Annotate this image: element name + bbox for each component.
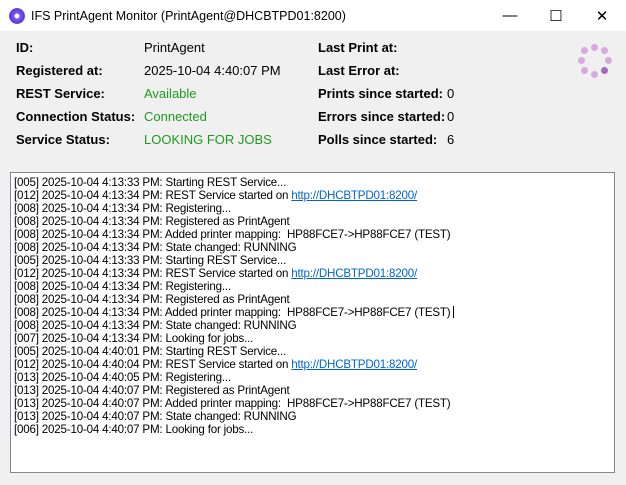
log-line: [005] 2025-10-04 4:40:01 PM: Starting RE…: [14, 345, 287, 358]
stat-label: Prints since started:: [318, 86, 443, 101]
log-line: [013] 2025-10-04 4:40:05 PM: Registering…: [14, 371, 231, 384]
log-line: [008] 2025-10-04 4:13:34 PM: Registering…: [14, 280, 231, 293]
log-line: [007] 2025-10-04 4:13:34 PM: Looking for…: [14, 332, 254, 345]
close-button[interactable]: ✕: [579, 0, 625, 31]
log-link[interactable]: http://DHCBTPD01:8200/: [291, 189, 417, 202]
log-line: [008] 2025-10-04 4:13:34 PM: Registered …: [14, 215, 290, 228]
stat-value: 0: [447, 86, 455, 101]
log-line: [013] 2025-10-04 4:40:07 PM: State chang…: [14, 410, 297, 423]
log-line: [008] 2025-10-04 4:13:34 PM: Added print…: [14, 228, 451, 241]
log-output[interactable]: [005] 2025-10-04 4:13:33 PM: Starting RE…: [10, 172, 615, 473]
field-label: Registered at:: [16, 63, 103, 78]
window-title: IFS PrintAgent Monitor (PrintAgent@DHCBT…: [31, 8, 346, 23]
field-label: REST Service:: [16, 86, 105, 101]
stat-label: Last Error at:: [318, 63, 400, 78]
log-line: [012] 2025-10-04 4:13:34 PM: REST Servic…: [14, 189, 418, 202]
title-bar: IFS PrintAgent Monitor (PrintAgent@DHCBT…: [0, 0, 626, 31]
log-line: [005] 2025-10-04 4:13:33 PM: Starting RE…: [14, 176, 287, 189]
log-line: [013] 2025-10-04 4:40:07 PM: Added print…: [14, 397, 451, 410]
log-link[interactable]: http://DHCBTPD01:8200/: [291, 267, 417, 280]
field-value: Available: [144, 86, 197, 101]
field-value: LOOKING FOR JOBS: [144, 132, 272, 147]
minimize-button[interactable]: —: [487, 0, 533, 31]
stat-value: 0: [447, 109, 455, 124]
field-value: 2025-10-04 4:40:07 PM: [144, 63, 281, 78]
text-caret: [453, 306, 455, 318]
log-line: [006] 2025-10-04 4:40:07 PM: Looking for…: [14, 423, 254, 436]
log-line: [008] 2025-10-04 4:13:34 PM: Registered …: [14, 293, 290, 306]
stat-label: Last Print at:: [318, 40, 398, 55]
maximize-button[interactable]: ☐: [533, 0, 579, 31]
log-line: [008] 2025-10-04 4:13:34 PM: Registering…: [14, 202, 231, 215]
busy-spinner-icon: [578, 44, 612, 78]
field-value: PrintAgent: [144, 40, 205, 55]
log-line: [012] 2025-10-04 4:40:04 PM: REST Servic…: [14, 358, 418, 371]
log-line: [008] 2025-10-04 4:13:34 PM: State chang…: [14, 319, 297, 332]
field-label: Connection Status:: [16, 109, 136, 124]
field-label: ID:: [16, 40, 34, 55]
field-value: Connected: [144, 109, 207, 124]
log-line: [008] 2025-10-04 4:13:34 PM: State chang…: [14, 241, 297, 254]
field-label: Service Status:: [16, 132, 110, 147]
log-link[interactable]: http://DHCBTPD01:8200/: [291, 358, 417, 371]
log-line: [013] 2025-10-04 4:40:07 PM: Registered …: [14, 384, 290, 397]
log-line: [005] 2025-10-04 4:13:33 PM: Starting RE…: [14, 254, 287, 267]
stat-value: 6: [447, 132, 455, 147]
app-icon: [9, 7, 25, 24]
stat-label: Errors since started:: [318, 109, 446, 124]
stat-label: Polls since started:: [318, 132, 438, 147]
log-line: [008] 2025-10-04 4:13:34 PM: Added print…: [14, 306, 614, 319]
log-line: [012] 2025-10-04 4:13:34 PM: REST Servic…: [14, 267, 418, 280]
